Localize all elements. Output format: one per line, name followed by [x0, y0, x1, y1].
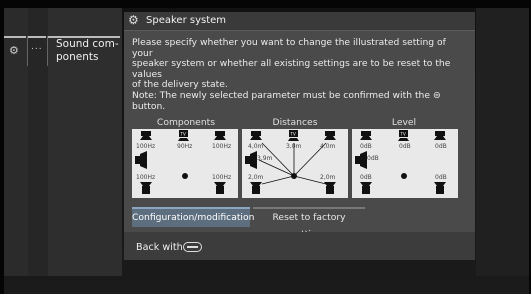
components-diagram[interactable]: TV 100Hz 90Hz 100Hz 100Hz 100Hz: [132, 129, 238, 198]
speaker-center-icon: [398, 138, 409, 141]
crumb-underline: [28, 36, 46, 38]
dialog-description: Please specify whether you want to chang…: [132, 37, 467, 112]
center-value: 90Hz: [177, 143, 192, 150]
description-line: Please specify whether you want to chang…: [132, 37, 446, 59]
back-button-icon[interactable]: [183, 242, 202, 252]
speaker-front-right-icon: [324, 131, 336, 140]
more-label[interactable]: ...: [31, 42, 43, 52]
rear-right-level: 0dB: [435, 174, 447, 181]
crumb-separator: [27, 36, 28, 66]
rear-right-value: 100Hz: [212, 174, 231, 181]
dialog-footer: Back with: [124, 232, 475, 260]
dialog-header: ⚙ Speaker system: [124, 12, 475, 31]
description-line: Note: The newly selected parameter must …: [132, 89, 441, 101]
speaker-front-left-icon: [140, 131, 152, 140]
subwoofer-distance: 3,9m: [257, 155, 273, 162]
listener-position-icon: [182, 173, 188, 179]
front-left-distance: 4,0m: [248, 143, 264, 150]
speaker-subwoofer-icon: [135, 151, 147, 169]
speaker-rear-left-icon: [250, 182, 262, 194]
speaker-rear-left-icon: [360, 182, 372, 194]
speaker-subwoofer-icon: [355, 151, 367, 169]
rear-left-distance: 2,0m: [248, 174, 264, 181]
center-level: 0dB: [399, 143, 411, 150]
components-label: Components: [156, 117, 216, 128]
rear-left-value: 100Hz: [136, 174, 155, 181]
speaker-subwoofer-icon: [245, 151, 257, 169]
speaker-center-icon: [288, 138, 299, 141]
rear-left-level: 0dB: [360, 174, 372, 181]
dialog-tabs: Configuration/modification Reset to fact…: [132, 207, 467, 240]
distances-diagram[interactable]: TV 4,0m 3,0m 4,0m 3,9m 2,0m 2,0m: [242, 129, 348, 198]
speaker-center-icon: [178, 138, 189, 141]
crumb-underline: [4, 36, 26, 38]
tv-label: TV: [180, 132, 186, 137]
crumb-separator: [47, 36, 48, 66]
speaker-rear-left-icon: [140, 182, 152, 194]
speaker-front-left-icon: [360, 131, 372, 140]
back-label: Back with: [136, 242, 183, 253]
front-right-value: 100Hz: [212, 143, 231, 150]
rear-right-distance: 2,0m: [320, 174, 336, 181]
tab-reset-factory-settings[interactable]: Reset to factory settings: [253, 207, 365, 240]
distances-label: Distances: [272, 117, 318, 128]
tv-label: TV: [290, 132, 296, 137]
dialog-title: Speaker system: [146, 15, 227, 26]
sound-components-label[interactable]: Sound com- ponents: [56, 38, 120, 64]
subwoofer-level: 0dB: [367, 155, 379, 162]
level-label: Level: [391, 117, 417, 128]
description-line: speaker system or whether all existing s…: [132, 58, 451, 80]
gear-icon[interactable]: ⚙: [9, 44, 19, 57]
speaker-front-right-icon: [214, 131, 226, 140]
front-right-level: 0dB: [435, 143, 447, 150]
listener-position-icon: [401, 173, 407, 179]
top-edge: [0, 0, 531, 8]
front-left-value: 100Hz: [136, 143, 155, 150]
speaker-rear-right-icon: [214, 182, 226, 194]
front-left-level: 0dB: [360, 143, 372, 150]
speaker-front-left-icon: [250, 131, 262, 140]
speaker-rear-right-icon: [434, 182, 446, 194]
right-panel: [476, 8, 529, 276]
description-line: button.: [132, 100, 166, 112]
speaker-settings-icon: ⚙: [128, 13, 139, 27]
level-diagram[interactable]: TV 0dB 0dB 0dB 0dB 0dB 0dB: [352, 129, 458, 198]
tab-configuration-modification[interactable]: Configuration/modification: [132, 207, 254, 227]
speaker-system-dialog: ⚙ Speaker system Please specify whether …: [124, 12, 475, 260]
tv-label: TV: [400, 132, 406, 137]
speaker-front-right-icon: [434, 131, 446, 140]
